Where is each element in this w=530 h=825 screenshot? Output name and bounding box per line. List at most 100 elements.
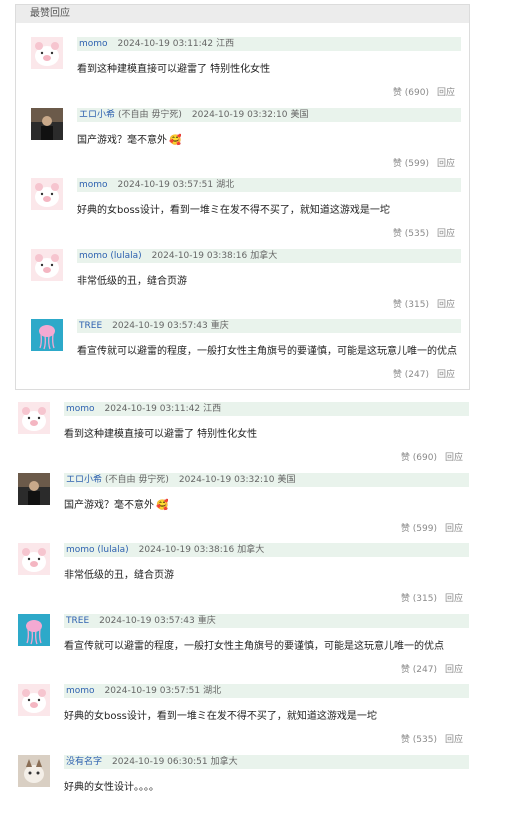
reply-button[interactable]: 回应 [445, 524, 463, 534]
comment-item: エロ小希 (不自由 毋宁死) 2024-10-19 03:32:10 美国 国产游戏？毫… [31, 107, 461, 178]
comment-time: 2024-10-19 03:11:42 [117, 39, 214, 49]
avatar[interactable] [31, 37, 63, 69]
like-button[interactable]: 赞 (690) [393, 88, 429, 98]
reply-button[interactable]: 回应 [437, 229, 455, 239]
username-link[interactable]: momo (lulala) [79, 251, 142, 261]
comment-text: 非常低级的丑，缝合页游 [77, 275, 187, 289]
comment-item: momo (lulala) 2024-10-19 03:38:16 加拿大 非常低级的… [31, 248, 461, 319]
comment-body: 非常低级的丑，缝合页游 [64, 570, 174, 581]
username-link[interactable]: momo [66, 686, 95, 696]
avatar[interactable] [18, 684, 50, 716]
avatar[interactable] [18, 754, 50, 787]
avatar[interactable] [18, 402, 50, 434]
comment-text: 看宣传就可以避雷的程度，一般打女性主角旗号的要谨慎，可能是这玩意儿唯一的优点 [64, 640, 444, 654]
username-link[interactable]: momo [79, 180, 108, 190]
avatar[interactable] [18, 613, 50, 646]
comment-location: 加拿大 [210, 756, 238, 767]
like-button[interactable]: 赞 (599) [401, 524, 437, 534]
comment-meta: エロ小希 (不自由 毋宁死) 2024-10-19 03:32:10 美国 [64, 472, 469, 487]
comment-time: 2024-10-19 03:11:42 [104, 404, 201, 414]
comment-actions: 赞 (315) 回应 [393, 299, 455, 311]
reply-button[interactable]: 回应 [437, 370, 455, 380]
like-button[interactable]: 赞 (315) [393, 300, 429, 310]
like-button[interactable]: 赞 (535) [401, 735, 437, 745]
reply-button[interactable]: 回应 [445, 594, 463, 604]
comment-meta: エロ小希 (不自由 毋宁死) 2024-10-19 03:32:10 美国 [77, 107, 461, 122]
reply-button[interactable]: 回应 [437, 159, 455, 169]
avatar[interactable] [31, 178, 63, 210]
comment-item: momo 2024-10-19 03:11:42 江西 看到这种建模直接可以避雷了 特… [18, 402, 469, 472]
comment-item: 没有名字 2024-10-19 06:30:51 加拿大好典的女性设计。。。。 [18, 754, 469, 825]
comment-item: TREE 2024-10-19 03:57:43 重庆看宣传就可以避雷的程度，一般打… [18, 613, 469, 684]
username-link[interactable]: momo (lulala) [66, 545, 129, 555]
like-button[interactable]: 赞 (690) [401, 453, 437, 463]
avatar[interactable] [18, 472, 50, 505]
avatar[interactable] [31, 248, 63, 281]
username-link[interactable]: 没有名字 [66, 757, 102, 767]
comment-body: 好典的女boss设计，看到一堆ミ在发不得不买了，就知道这游戏是一坨 [77, 205, 390, 216]
comment-actions: 赞 (599) 回应 [393, 158, 455, 170]
like-button[interactable]: 赞 (535) [393, 229, 429, 239]
comment-time: 2024-10-19 03:57:51 [104, 686, 201, 696]
comment-text: 看宣传就可以避雷的程度，一般打女性主角旗号的要谨慎，可能是这玩意儿唯一的优点 [77, 345, 457, 359]
like-button[interactable]: 赞 (247) [393, 370, 429, 380]
comment-body: 国产游戏？毫不意外 [64, 499, 154, 511]
comment-item: エロ小希 (不自由 毋宁死) 2024-10-19 03:32:10 美国 国产游戏？毫… [18, 472, 469, 543]
comment-text: 好典的女boss设计，看到一堆ミ在发不得不买了，就知道这游戏是一坨 [77, 204, 390, 218]
reply-button[interactable]: 回应 [445, 665, 463, 675]
username-link[interactable]: TREE [66, 616, 89, 626]
comment-location: 美国 [290, 109, 309, 120]
comment-body: 国产游戏？毫不意外 [77, 134, 167, 146]
comment-location: 湖北 [216, 180, 235, 190]
avatar[interactable] [31, 107, 63, 140]
user-tag: (不自由 毋宁死) [118, 109, 182, 120]
comment-time: 2024-10-19 03:57:43 [99, 615, 195, 626]
comment-text: 非常低级的丑，缝合页游 [64, 569, 174, 583]
emoji-icon: 🥰 [169, 134, 182, 146]
comment-time: 2024-10-19 06:30:51 [112, 756, 208, 767]
comment-meta: momo 2024-10-19 03:11:42 江西 [77, 37, 461, 51]
comment-body: 非常低级的丑，缝合页游 [77, 275, 187, 287]
comment-body: 看到这种建模直接可以避雷了 特别性化女性 [77, 64, 271, 75]
emoji-icon: 🥰 [156, 499, 169, 511]
comment-location: 湖北 [203, 686, 222, 696]
like-button[interactable]: 赞 (599) [393, 159, 429, 169]
comment-item: momo 2024-10-19 03:11:42 江西 看到这种建模直接可以避雷了 特… [31, 37, 461, 107]
comment-body: 看到这种建模直接可以避雷了 特别性化女性 [64, 429, 258, 440]
comment-location: 重庆 [197, 615, 216, 626]
reply-button[interactable]: 回应 [437, 88, 455, 98]
avatar[interactable] [31, 319, 63, 351]
username-link[interactable]: TREE [79, 321, 102, 331]
comment-body: 好典的女boss设计，看到一堆ミ在发不得不买了，就知道这游戏是一坨 [64, 711, 377, 722]
reply-button[interactable]: 回应 [445, 735, 463, 745]
comment-text: 好典的女boss设计，看到一堆ミ在发不得不买了，就知道这游戏是一坨 [64, 710, 377, 724]
username-link[interactable]: エロ小希 [66, 475, 102, 485]
username-link[interactable]: momo [66, 404, 95, 414]
comment-meta: TREE 2024-10-19 03:57:43 重庆 [64, 613, 469, 628]
comment-actions: 赞 (247) 回应 [393, 369, 455, 381]
comment-text: 好典的女性设计。。。。 [64, 781, 159, 795]
comment-item: momo (lulala) 2024-10-19 03:38:16 加拿大 非常低级的… [18, 543, 469, 613]
like-button[interactable]: 赞 (315) [401, 594, 437, 604]
comment-actions: 赞 (247) 回应 [401, 664, 463, 676]
like-button[interactable]: 赞 (247) [401, 665, 437, 675]
comment-body: 看宣传就可以避雷的程度，一般打女性主角旗号的要谨慎，可能是这玩意儿唯一的优点 [64, 640, 444, 652]
comment-meta: TREE 2024-10-19 03:57:43 重庆 [77, 319, 461, 333]
reply-button[interactable]: 回应 [445, 453, 463, 463]
comment-actions: 赞 (535) 回应 [401, 734, 463, 746]
comment-meta: momo 2024-10-19 03:57:51 湖北 [77, 178, 461, 192]
comment-actions: 赞 (690) 回应 [393, 87, 455, 99]
comment-text: 国产游戏？毫不意外 🥰 [64, 499, 168, 513]
comment-text: 看到这种建模直接可以避雷了 特别性化女性 [64, 428, 257, 442]
comment-meta: momo (lulala) 2024-10-19 03:38:16 加拿大 [77, 248, 461, 263]
comment-time: 2024-10-19 03:32:10 [178, 474, 275, 485]
reply-button[interactable]: 回应 [437, 300, 455, 310]
username-link[interactable]: エロ小希 [79, 110, 115, 120]
comment-actions: 赞 (535) 回应 [393, 228, 455, 240]
username-link[interactable]: momo [79, 39, 108, 49]
comment-time: 2024-10-19 03:38:16 [151, 250, 248, 261]
avatar[interactable] [18, 543, 50, 575]
hot-comments-panel: 最赞回应 momo 2024-10-19 03:11:42 江西 看到这种建模直接可以… [15, 4, 470, 390]
comment-meta: 没有名字 2024-10-19 06:30:51 加拿大 [64, 754, 469, 769]
comment-location: 美国 [277, 474, 296, 485]
